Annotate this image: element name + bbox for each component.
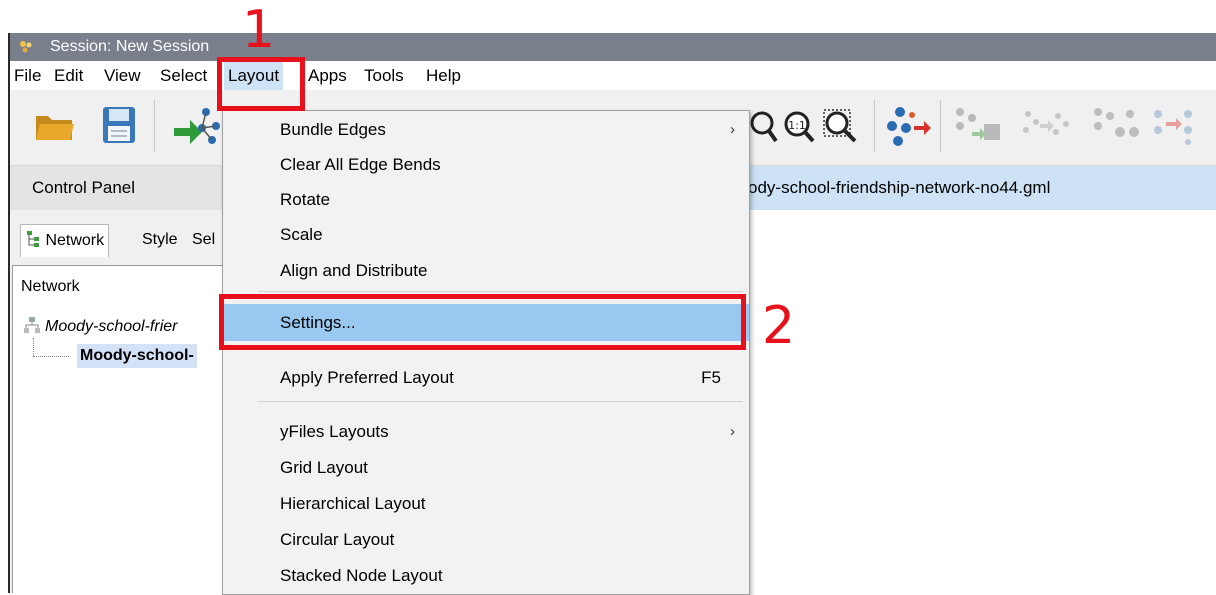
network-tree-icon — [27, 231, 39, 247]
network-view-title: ody-school-friendship-network-no44.gml — [748, 178, 1051, 197]
menu-separator — [258, 291, 743, 292]
apply-layout-icon[interactable] — [886, 104, 932, 148]
network-collection-item[interactable]: Moody-school-frier — [45, 318, 177, 336]
menu-separator — [258, 401, 743, 402]
network-view-title-bar: ody-school-friendship-network-no44.gml — [740, 166, 1216, 210]
control-panel-tabs: Network Style Sel — [10, 210, 222, 265]
menu-item-label: yFiles Layouts — [280, 422, 389, 441]
network-column-header: Network — [21, 278, 80, 295]
menu-item-label: Circular Layout — [280, 530, 395, 549]
submenu-arrow-icon: › — [730, 423, 735, 440]
title-bar: Session: New Session — [10, 33, 1216, 61]
annotation-step-1: 1 — [242, 0, 276, 60]
zoom-in-icon[interactable] — [750, 110, 778, 144]
control-panel-title: Control Panel — [32, 178, 136, 197]
annotation-box-layout-menu — [217, 57, 305, 111]
menu-item-grid-layout[interactable]: Grid Layout — [223, 449, 749, 486]
control-panel-header: Control Panel — [10, 166, 222, 210]
tab-style[interactable]: Style — [142, 224, 178, 256]
tab-network[interactable]: Network — [20, 224, 110, 257]
save-icon[interactable] — [102, 106, 136, 144]
tree-connector — [33, 338, 35, 356]
hide-selected-icon[interactable] — [1022, 108, 1074, 144]
cytoscape-app-icon — [20, 41, 32, 53]
menu-item-stacked-node-layout[interactable]: Stacked Node Layout — [223, 557, 749, 594]
menu-item-hierarchical-layout[interactable]: Hierarchical Layout — [223, 485, 749, 522]
menu-tools[interactable]: Tools — [364, 61, 404, 90]
menu-item-align-distribute[interactable]: Align and Distribute — [223, 252, 749, 289]
tab-select-label: Sel — [192, 231, 216, 248]
tree-connector — [33, 356, 69, 358]
layout-menu-dropdown: Bundle Edges › Clear All Edge Bends Rota… — [222, 110, 750, 595]
menu-item-label: Rotate — [280, 190, 331, 209]
menu-select[interactable]: Select — [160, 61, 207, 90]
network-item-selected[interactable]: Moody-school- — [77, 344, 197, 368]
menu-item-clear-edge-bends[interactable]: Clear All Edge Bends — [223, 146, 749, 183]
shortcut-label: F5 — [701, 368, 721, 387]
menu-item-rotate[interactable]: Rotate — [223, 181, 749, 218]
annotation-step-2: 2 — [762, 296, 796, 356]
tab-select[interactable]: Sel — [192, 224, 215, 256]
submenu-arrow-icon: › — [730, 121, 735, 138]
menu-item-label: Bundle Edges — [280, 120, 386, 139]
collection-tree-icon — [24, 317, 40, 333]
svg-text:1:1: 1:1 — [788, 119, 806, 132]
menu-file[interactable]: File — [14, 61, 41, 90]
menu-item-apply-preferred-layout[interactable]: Apply Preferred Layout F5 — [223, 359, 749, 396]
menu-bar: File Edit View Select Layout Apps Tools … — [10, 61, 1216, 90]
menu-help[interactable]: Help — [426, 61, 461, 90]
menu-item-yfiles-layouts[interactable]: yFiles Layouts › — [223, 413, 749, 450]
first-neighbors-icon[interactable] — [954, 106, 1004, 146]
open-folder-icon[interactable] — [34, 108, 76, 144]
zoom-fit-icon[interactable] — [822, 108, 858, 144]
menu-item-label: Clear All Edge Bends — [280, 155, 441, 174]
menu-item-label: Align and Distribute — [280, 261, 428, 280]
menu-view[interactable]: View — [104, 61, 141, 90]
menu-item-label: Apply Preferred Layout — [280, 368, 454, 387]
menu-item-label: Grid Layout — [280, 458, 368, 477]
menu-item-bundle-edges[interactable]: Bundle Edges › — [223, 111, 749, 148]
menu-item-label: Scale — [280, 225, 323, 244]
menu-item-label: Hierarchical Layout — [280, 494, 426, 513]
tab-style-label: Style — [142, 231, 178, 248]
menu-item-circular-layout[interactable]: Circular Layout — [223, 521, 749, 558]
zoom-actual-size-icon[interactable]: 1:1 — [782, 110, 816, 144]
menu-item-scale[interactable]: Scale — [223, 216, 749, 253]
network-canvas[interactable] — [740, 210, 1216, 593]
show-all-icon[interactable] — [1090, 106, 1140, 146]
tab-network-label: Network — [45, 232, 105, 249]
menu-apps[interactable]: Apps — [308, 61, 347, 90]
network-panel: Network Moody-school-frier Moody-school- — [12, 265, 224, 593]
menu-item-label: Stacked Node Layout — [280, 566, 443, 585]
menu-edit[interactable]: Edit — [54, 61, 83, 90]
select-neighbors-icon[interactable] — [1150, 106, 1200, 146]
annotation-box-settings — [219, 294, 746, 350]
import-network-icon[interactable] — [172, 104, 222, 146]
window-title: Session: New Session — [50, 38, 210, 55]
